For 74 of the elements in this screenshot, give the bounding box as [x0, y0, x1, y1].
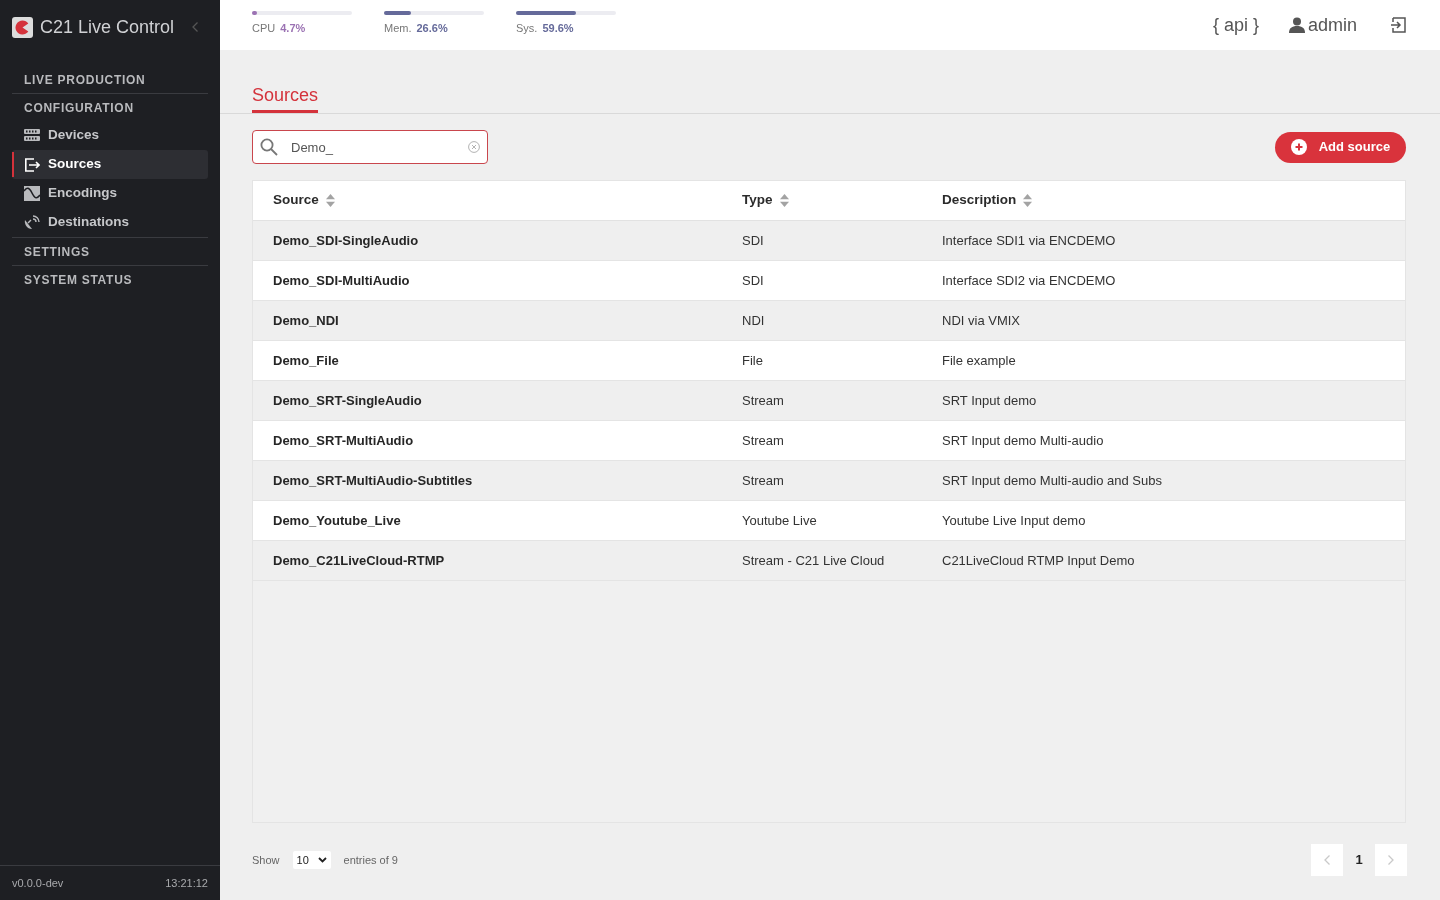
table-cell-text: Demo_SRT-MultiAudio-Subtitles — [273, 471, 473, 490]
sort-icon — [1023, 194, 1033, 207]
logout-button[interactable] — [1390, 17, 1406, 33]
table-cell-text: Youtube Live — [742, 511, 817, 530]
clock-time: 13:21:12 — [165, 875, 208, 891]
page-tab[interactable]: Sources — [252, 84, 319, 113]
table-cell-text: Interface SDI2 via ENCDEMO — [942, 271, 1116, 290]
plus-circle-icon — [1290, 139, 1307, 155]
nav-section-heading[interactable]: CONFIGURATION — [24, 98, 134, 117]
export-arrow-icon — [24, 157, 40, 172]
table-cell-text: Demo_C21LiveCloud-RTMP — [273, 551, 445, 570]
entries-label: entries of 9 — [343, 852, 398, 868]
chevron-down-icon — [317, 857, 327, 863]
table-cell-text: NDI via VMIX — [942, 311, 1020, 330]
search-icon — [260, 138, 278, 156]
nav-section-heading[interactable]: LIVE PRODUCTION — [24, 70, 146, 89]
chevron-left-icon — [192, 22, 198, 32]
table-cell-text: File — [742, 351, 763, 370]
table-cell-text: Demo_File — [273, 351, 339, 370]
sort-icon — [325, 194, 335, 207]
nav-item[interactable]: Sources — [12, 150, 208, 179]
column-header[interactable]: Description — [942, 190, 1033, 211]
logo-icon — [12, 16, 33, 38]
table-cell-text: Demo_SRT-SingleAudio — [273, 391, 422, 410]
table-cell-text: Stream - C21 Live Cloud — [742, 551, 885, 570]
page-number-button[interactable]: 1 — [1343, 844, 1375, 876]
table-cell-text: Stream — [742, 471, 784, 490]
table-cell-text: C21LiveCloud RTMP Input Demo — [942, 551, 1135, 570]
table-cell-text: Demo_SRT-MultiAudio — [273, 431, 414, 450]
table-cell-text: Demo_SDI-MultiAudio — [273, 271, 410, 290]
api-link[interactable]: { api } — [1212, 11, 1259, 39]
table-cell-text: Stream — [742, 391, 784, 410]
column-header[interactable]: Source — [273, 190, 335, 211]
table-cell-text: Demo_SDI-SingleAudio — [273, 231, 419, 250]
column-header[interactable]: Type — [742, 190, 789, 211]
wave-icon — [24, 186, 40, 201]
user-menu[interactable]: admin — [1288, 11, 1357, 39]
user-icon — [1288, 17, 1305, 33]
brand-name: C21 Live Control — [40, 18, 175, 36]
meter-reading: 26.6% — [416, 23, 448, 34]
table-cell-text: File example — [942, 351, 1016, 370]
table-cell-text: Demo_Youtube_Live — [273, 511, 401, 530]
table-cell-text: SRT Input demo Multi-audio and Subs — [942, 471, 1162, 490]
show-label: Show — [252, 852, 280, 868]
table-cell-text: SDI — [742, 271, 764, 290]
table-cell-text: Interface SDI1 via ENCDEMO — [942, 231, 1116, 250]
clear-icon[interactable] — [468, 141, 480, 153]
table-cell-text: NDI — [742, 311, 765, 330]
table-cell-text: SDI — [742, 231, 764, 250]
chevron-left-icon — [1324, 855, 1330, 865]
add-source-button[interactable]: Add source — [1275, 131, 1406, 163]
version-label: v0.0.0-dev — [12, 875, 64, 891]
nav-item[interactable]: Devices — [12, 121, 208, 150]
nav-item[interactable]: Encodings — [12, 179, 208, 208]
table-cell-text: Stream — [742, 431, 784, 450]
meter-reading: 59.6% — [542, 23, 574, 34]
meter-label: CPU — [252, 23, 276, 34]
table-cell-text: Demo_NDI — [273, 311, 339, 330]
nav-item[interactable]: Destinations — [12, 208, 208, 237]
nav-section-heading[interactable]: SYSTEM STATUS — [24, 270, 133, 289]
rack-icon — [24, 129, 40, 142]
chevron-right-icon — [1388, 855, 1394, 865]
meter-reading: 4.7% — [280, 23, 306, 34]
meter-label: Sys. — [516, 23, 538, 34]
nav-section-heading[interactable]: SETTINGS — [24, 242, 90, 261]
table-cell-text: SRT Input demo Multi-audio — [942, 431, 1104, 450]
sort-icon — [779, 194, 789, 207]
page-size-select[interactable]: 10 — [292, 851, 331, 869]
table-cell-text: Youtube Live Input demo — [942, 511, 1086, 530]
logout-icon — [1390, 17, 1406, 33]
search-field[interactable]: Demo_ — [252, 130, 488, 164]
meter-label: Mem. — [384, 23, 412, 34]
table-cell-text: SRT Input demo — [942, 391, 1037, 410]
satellite-dish-icon — [24, 215, 40, 230]
